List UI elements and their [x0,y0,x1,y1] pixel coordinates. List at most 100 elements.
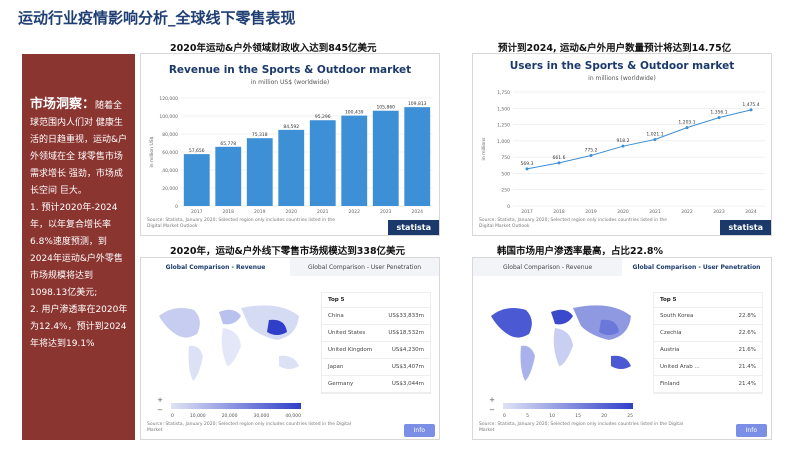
x-tick-label: 2021 [649,209,661,215]
top5-table: Top 5 South Korea 22.8% Czechia 22.6% Aust… [653,292,763,394]
data-point [525,167,529,171]
y-tick-label: 1,750 [497,90,510,96]
x-tick-label: 2020 [286,209,298,215]
x-tick-label: 2024 [745,209,757,215]
point-value-label: 1,475.4 [742,102,759,108]
bar [372,110,399,206]
y-tick-label: 0 [175,204,178,210]
table-row: China US$33,833m [322,308,430,325]
tab-global-revenue[interactable]: Global Comparison - Revenue [141,258,290,276]
map-legend-ticks: 0 10,000 20,000 30,000 40,000 [171,414,301,419]
users-chart-card: Users in the Sports & Outdoor market in … [472,53,772,236]
bar [309,120,336,206]
revenue-chart-card: Revenue in the Sports & Outdoor market i… [140,53,440,236]
legend-tick: 15 [575,414,581,419]
y-tick-label: 1,000 [497,139,510,145]
legend-tick: 0 [503,414,506,419]
zoom-in-button[interactable]: + [487,396,497,404]
zoom-out-button[interactable]: − [487,406,497,414]
table-row: Czechia 22.6% [654,325,762,342]
tab-user-penetration[interactable]: Global Comparison - User Penetration [622,258,771,276]
revenue-bar-chart: 0 20,000 40,000 60,000 80,000 100,000 120,000 i… [149,96,433,215]
x-tick-label: 2020 [617,209,629,215]
info-button[interactable]: Info [403,424,435,437]
data-point [685,126,689,130]
tab-user-penetration[interactable]: Global Comparison - User Penetration [290,258,439,276]
bar [341,115,368,206]
top5-heading: Top 5 [322,293,430,308]
y-tick-label: 60,000 [162,150,178,156]
point-value-label: 661.6 [553,155,566,161]
y-tick-label: 250 [501,188,510,194]
x-tick-label: 2017 [521,209,533,215]
x-tick-label: 2022 [681,209,693,215]
point-value-label: 1,021.1 [646,131,663,137]
revenue-chart-title: Revenue in the Sports & Outdoor market [168,64,412,76]
table-row: Austria 21.6% [654,342,762,359]
world-map-revenue[interactable] [149,286,319,396]
bar-value-label: 75,318 [252,132,268,138]
table-row: Japan US$3,407m [322,359,430,376]
y-axis-label: in million US$ [149,136,155,167]
map-penetration-card: Global Comparison - Revenue Global Compa… [472,257,772,440]
statista-logo: statista [720,220,771,235]
x-tick-label: 2023 [713,209,725,215]
y-tick-label: 0 [507,204,510,210]
y-tick-label: 750 [501,155,510,161]
top5-heading: Top 5 [654,293,762,308]
point-value-label: 1,203.1 [678,120,695,126]
bar-value-label: 100,439 [345,110,364,116]
legend-tick: 25 [627,414,633,419]
tab-global-revenue[interactable]: Global Comparison - Revenue [473,258,622,276]
y-axis-label: in millions [481,137,487,161]
data-point [589,154,593,158]
zoom-in-button[interactable]: + [155,396,165,404]
table-row: United Kingdom US$4,230m [322,342,430,359]
table-row: Finland 21.4% [654,376,762,393]
legend-tick: 0 [171,414,174,419]
table-row: United Arab ... 21.4% [654,359,762,376]
table-row: United States US$18,532m [322,325,430,342]
bar-value-label: 57,656 [189,148,205,154]
map-legend-bar [171,403,301,409]
x-tick-label: 2024 [412,209,424,215]
statista-logo: statista [388,220,439,235]
map-source: Source: Statista, January 2020; Selected… [147,422,351,433]
world-map-penetration[interactable] [481,286,651,396]
map-legend-ticks: 0 5 10 15 20 25 [503,414,633,419]
map-tabs: Global Comparison - Revenue Global Compa… [141,258,439,276]
users-chart-title: Users in the Sports & Outdoor market [509,60,735,72]
data-point [749,108,753,112]
legend-tick: 40,000 [285,414,301,419]
table-row: South Korea 22.8% [654,308,762,325]
legend-tick: 5 [526,414,529,419]
point-value-label: 775.2 [585,148,598,154]
insight-panel: 市场洞察：随着全球范围内人们对 健康生活的日趋重视，运动&户外领域在全 球零售市… [22,54,135,440]
legend-tick: 10,000 [189,414,206,419]
legend-tick: 20 [601,414,607,419]
x-tick-label: 2022 [349,209,361,215]
revenue-chart-source: Source: Statista, January 2020; Selected… [147,218,335,229]
bar [183,154,210,206]
caption-retail-size: 2020年，运动&户外线下零售市场规模达到338亿美元 [170,246,406,257]
x-tick-label: 2018 [223,209,235,215]
map-tabs: Global Comparison - Revenue Global Compa… [473,258,771,276]
x-tick-label: 2019 [254,209,266,215]
caption-users: 预计到2024, 运动&户外用户数量预计将达到14.75亿 [498,43,732,54]
insight-intro: 随着全球范围内人们对 健康生活的日趋重视，运动&户外领域在全 球零售市场需求增长… [30,101,128,196]
users-line-chart: 0 250 500 750 1,000 1,250 1,500 1,750 in million… [481,90,765,215]
insight-point-1: 1. 预计2020年-2024年，以年复合增长率6.8%速度预测，到2024年运… [30,203,123,298]
zoom-out-button[interactable]: − [155,406,165,414]
info-button[interactable]: Info [735,424,767,437]
map-source: Source: Statista, January 2020; Selected… [479,422,683,433]
point-value-label: 1,356.1 [710,110,727,116]
bar-value-label: 65,778 [220,141,236,147]
page-title: 运动行业疫情影响分析_全球线下零售表现 [18,9,296,27]
legend-tick: 20,000 [221,414,238,419]
caption-revenue: 2020年运动&户外领域财政收入达到845亿美元 [170,43,377,54]
insight-point-2: 2. 用户渗透率在2020年为12.4%，预计到2024年将达到19.1% [30,305,128,349]
point-value-label: 569.3 [521,161,534,167]
bar [404,107,431,206]
x-tick-label: 2019 [585,209,597,215]
bar [278,129,305,206]
